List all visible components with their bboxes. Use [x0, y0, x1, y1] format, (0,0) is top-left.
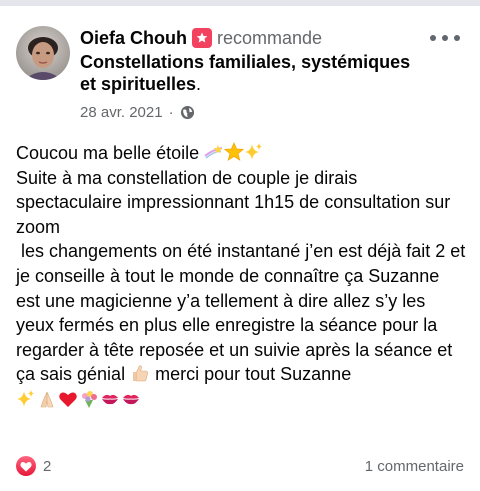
- avatar[interactable]: [16, 26, 70, 80]
- more-dot: [430, 35, 436, 41]
- thanks-text: merci pour tout Suzanne: [150, 364, 352, 385]
- body-line-story: Suite à ma constellation de couple je di…: [16, 167, 456, 237]
- globe-icon: [180, 105, 195, 120]
- more-dot: [442, 35, 448, 41]
- body-line-greeting: Coucou ma belle étoile: [16, 141, 466, 166]
- closing-emoji-row: [16, 388, 466, 410]
- author-name[interactable]: Oiefa Chouh: [80, 28, 187, 49]
- post-date[interactable]: 28 avr. 2021: [80, 104, 163, 121]
- comments-count-link[interactable]: 1 commentaire: [365, 458, 464, 475]
- sparkles-emoji: [17, 389, 34, 407]
- post-footer: 2 1 commentaire: [16, 454, 464, 478]
- more-dot: [454, 35, 460, 41]
- body-line-review: les changements on été instantané j’en e…: [16, 239, 466, 387]
- kiss-mark-emoji: [123, 394, 139, 405]
- star-emoji: [224, 142, 245, 161]
- more-options-button[interactable]: [430, 28, 460, 48]
- page-suffix: .: [196, 74, 202, 94]
- kiss-mark-emoji: [102, 394, 118, 405]
- heart-reaction-icon: [16, 456, 36, 476]
- bouquet-emoji: [82, 390, 97, 408]
- page-name[interactable]: Constellations familiales, systémiques e…: [80, 52, 410, 94]
- greeting-text: Coucou ma belle étoile: [16, 143, 200, 163]
- post-header: Oiefa Chouh recommande Constellations fa…: [80, 26, 420, 122]
- sparkles-emoji: [245, 143, 263, 160]
- red-heart-emoji: [59, 392, 77, 407]
- post-meta: 28 avr. 2021 ·: [80, 102, 420, 122]
- post-body: Coucou ma belle étoile Suite à ma conste…: [16, 141, 466, 410]
- review-text: les changements on été instantané j’en e…: [16, 241, 471, 385]
- recommended-page-link[interactable]: Constellations familiales, systémiques e…: [80, 51, 420, 95]
- post-card: Oiefa Chouh recommande Constellations fa…: [0, 6, 480, 491]
- recommend-badge-icon: [192, 28, 212, 48]
- folded-hands-emoji: [40, 391, 54, 408]
- reactions-summary[interactable]: 2: [16, 456, 51, 476]
- recommend-action: recommande: [217, 27, 323, 48]
- reaction-count: 2: [43, 457, 52, 475]
- thumbs-up-emoji: [133, 365, 148, 382]
- shooting-star-emoji: [204, 145, 223, 159]
- meta-separator: ·: [168, 103, 174, 121]
